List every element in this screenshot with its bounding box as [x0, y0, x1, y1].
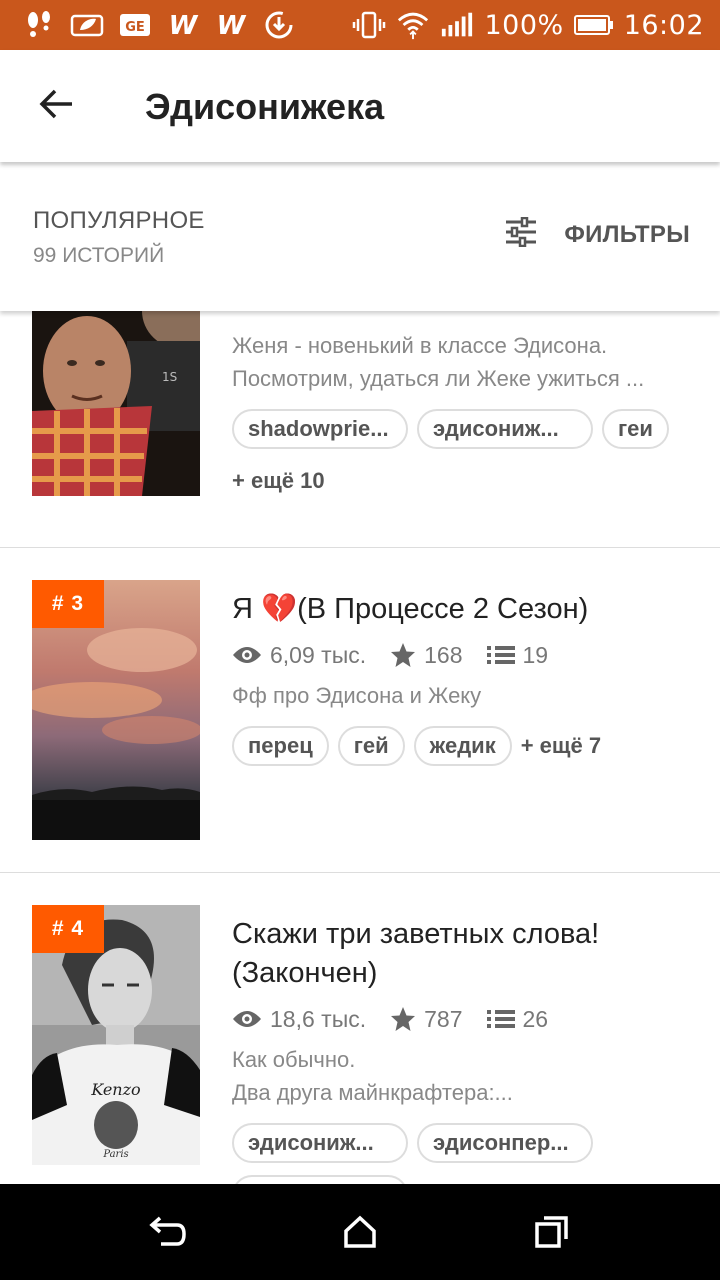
story-stats: 18,6 тыс. 787 26: [232, 999, 696, 1039]
story-description-line: Два друга майнкрафтера:...: [232, 1080, 513, 1105]
story-cover-image[interactable]: # 3: [32, 580, 200, 840]
battery-percent: 100%: [484, 9, 564, 41]
nav-recents-button[interactable]: [522, 1202, 582, 1262]
story-title[interactable]: Я 💔(В Процессе 2 Сезон): [232, 590, 696, 629]
tag-chip[interactable]: гей: [337, 726, 405, 766]
tag-chip[interactable]: перец: [232, 726, 329, 766]
more-tags-link[interactable]: + ещё 10: [232, 461, 696, 501]
votes-stat: 787: [390, 1005, 463, 1033]
tag-chip[interactable]: [232, 1175, 408, 1184]
story-card[interactable]: 1S Женя - новенький в классе Эдисона. По…: [0, 311, 720, 548]
download-sync-icon: [262, 11, 296, 39]
tag-chip[interactable]: эдисониж...: [232, 1123, 408, 1163]
clock: 16:02: [623, 9, 704, 41]
rank-badge: # 4: [32, 905, 104, 953]
story-description-line: Как обычно.: [232, 1047, 356, 1072]
story-info: Скажи три заветных слова! (Закончен) 18,…: [232, 915, 696, 1184]
vibrate-icon: [352, 11, 386, 39]
sort-bar: ПОПУЛЯРНОЕ 99 ИСТОРИЙ ФИЛЬТРЫ: [0, 165, 720, 311]
parts-stat: 19: [486, 641, 549, 669]
footprints-icon: [22, 11, 56, 39]
star-icon: [391, 1007, 416, 1031]
svg-text:GE: GE: [125, 20, 145, 35]
signal-icon: [440, 11, 474, 39]
tag-list: эдисониж... эдисонпер...: [232, 1123, 696, 1184]
nav-back-button[interactable]: [137, 1202, 197, 1262]
status-bar: GE W W 100% 16:02: [0, 0, 720, 50]
votes-count: 787: [424, 1005, 463, 1032]
eye-icon: [233, 1011, 261, 1027]
views-count: 18,6 тыс.: [270, 1005, 367, 1032]
arrow-left-icon: [38, 88, 74, 125]
story-info: Я 💔(В Процессе 2 Сезон) 6,09 тыс. 168 19…: [232, 590, 696, 778]
views-stat: 6,09 тыс.: [232, 642, 366, 669]
votes-stat: 168: [390, 641, 463, 669]
rank-badge: # 3: [32, 580, 104, 628]
story-info: Женя - новенький в классе Эдисона. Посмо…: [232, 329, 696, 513]
svg-text:W: W: [217, 12, 247, 38]
svg-text:W: W: [169, 12, 199, 38]
tag-chip[interactable]: shadowprie...: [232, 409, 408, 449]
app-toolbar: Эдисонижека: [0, 50, 720, 162]
system-nav-bar: [0, 1184, 720, 1280]
tag-chip[interactable]: геи: [602, 409, 669, 449]
svg-text:Kenzo: Kenzo: [90, 1080, 140, 1099]
story-card[interactable]: # 3 Я 💔(В Процессе 2 Сезон) 6,09 тыс. 16…: [0, 548, 720, 873]
tag-list: перец гей жедик + ещё 7: [232, 726, 696, 778]
story-title[interactable]: Скажи три заветных слова! (Закончен): [232, 915, 662, 993]
tag-chip[interactable]: жедик: [413, 726, 512, 766]
leaf-notification-icon: [70, 11, 104, 39]
story-card[interactable]: Kenzo Paris # 4 Скажи три заветных слова…: [0, 873, 720, 1184]
tag-chip[interactable]: эдисонпер...: [417, 1123, 593, 1163]
svg-text:Paris: Paris: [102, 1149, 128, 1160]
filter-sliders-icon: [504, 216, 538, 252]
parts-count: 26: [522, 1005, 549, 1032]
w-app-icon: W: [166, 11, 200, 39]
sort-title[interactable]: ПОПУЛЯРНОЕ: [33, 207, 205, 235]
home-icon: [344, 1215, 376, 1248]
nav-back-icon: [149, 1216, 186, 1246]
parts-stat: 26: [486, 1005, 549, 1033]
list-icon: [486, 1010, 515, 1028]
page-title: Эдисонижека: [145, 86, 385, 127]
svg-text:1S: 1S: [162, 370, 177, 384]
story-list[interactable]: 1S Женя - новенький в классе Эдисона. По…: [0, 311, 720, 1184]
story-stats: 6,09 тыс. 168 19: [232, 635, 696, 675]
parts-count: 19: [522, 641, 549, 668]
list-icon: [486, 646, 515, 664]
back-button[interactable]: [26, 76, 86, 136]
star-icon: [391, 643, 416, 667]
filter-label: ФИЛЬТРЫ: [564, 220, 690, 248]
eye-icon: [233, 647, 261, 663]
recents-icon: [535, 1216, 568, 1248]
more-tags-link[interactable]: + ещё 7: [521, 726, 601, 766]
ge-app-icon: GE: [118, 11, 152, 39]
story-description: Женя - новенький в классе Эдисона. Посмо…: [232, 333, 645, 391]
story-cover-image[interactable]: Kenzo Paris # 4: [32, 905, 200, 1165]
filter-button[interactable]: ФИЛЬТРЫ: [504, 216, 690, 252]
story-description: Фф про Эдисона и Жеку: [232, 683, 482, 708]
tag-list: shadowprie... эдисониж... геи: [232, 409, 696, 461]
votes-count: 168: [424, 641, 463, 668]
story-count: 99 ИСТОРИЙ: [33, 244, 165, 267]
story-cover-image[interactable]: 1S: [32, 311, 200, 531]
w-app-icon-2: W: [214, 11, 248, 39]
views-stat: 18,6 тыс.: [232, 1006, 366, 1033]
views-count: 6,09 тыс.: [270, 641, 367, 668]
tag-chip[interactable]: эдисониж...: [417, 409, 593, 449]
battery-icon: [573, 11, 614, 39]
wifi-icon: [396, 11, 430, 40]
nav-home-button[interactable]: [330, 1202, 390, 1262]
